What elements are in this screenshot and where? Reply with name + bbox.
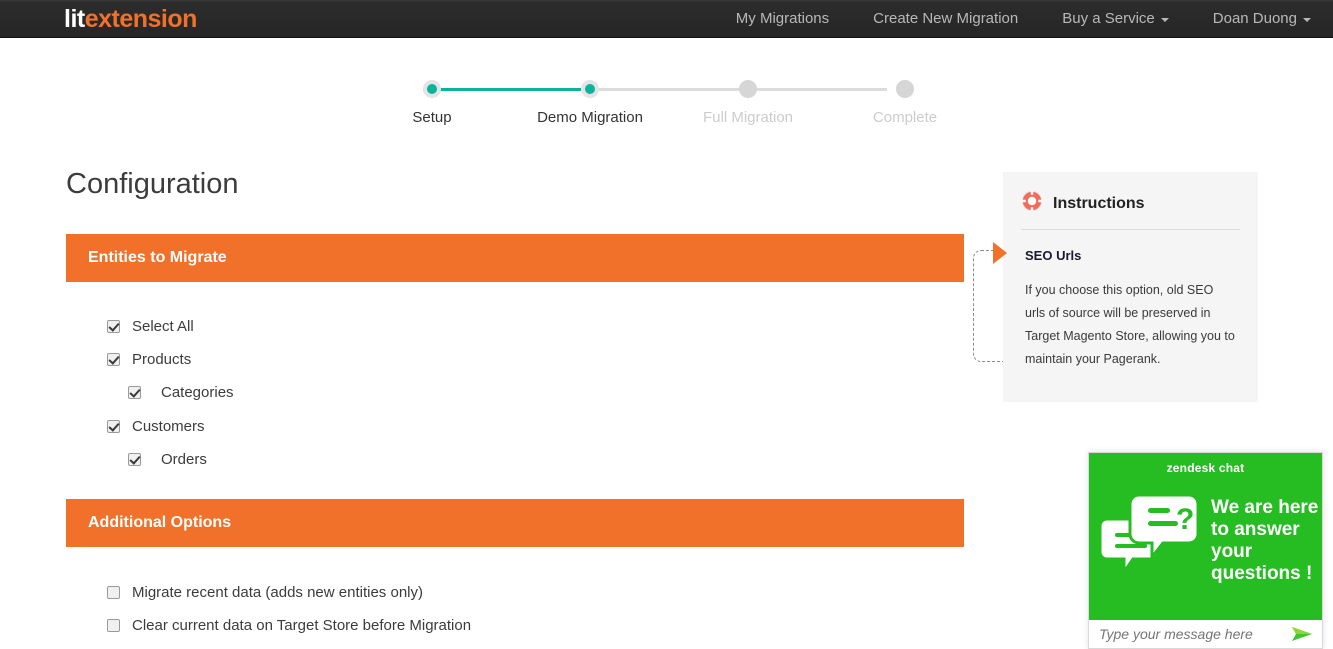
instructions-header: Instructions [1003, 172, 1258, 217]
chat-banner: zendesk chat ? We are here to answer you… [1089, 453, 1322, 620]
chat-message-line: We are here [1211, 497, 1319, 518]
step-dot-icon [581, 80, 599, 98]
chat-message-line: to answer [1211, 519, 1300, 540]
checkbox-orders[interactable] [128, 453, 141, 466]
checkbox-row-categories[interactable]: Categories [128, 384, 234, 401]
lifebuoy-icon [1021, 190, 1043, 217]
logo-text-secondary: extension [84, 5, 198, 33]
nav-label: My Migrations [735, 10, 830, 27]
instructions-panel: Instructions SEO Urls If you choose this… [993, 172, 1258, 402]
nav-item-my-migrations[interactable]: My Migrations [714, 0, 851, 38]
checkbox-label: Select All [132, 318, 194, 335]
logo-text-primary: lit [64, 5, 85, 33]
chevron-down-icon [1160, 18, 1169, 22]
send-arrow-icon[interactable] [1290, 625, 1314, 643]
checkbox-label: Orders [161, 451, 207, 468]
checkbox-row-select-all[interactable]: Select All [107, 318, 194, 335]
step-dot-icon [896, 80, 914, 98]
checkbox-label: Customers [132, 418, 205, 435]
checkbox-row-migrate-recent-data[interactable]: Migrate recent data (adds new entities o… [107, 584, 423, 601]
checkbox-row-products[interactable]: Products [107, 351, 191, 368]
nav-item-buy-a-service[interactable]: Buy a Service [1040, 0, 1191, 38]
chat-brand-label: zendesk chat [1166, 461, 1245, 475]
chat-message-text: We are here to answer your questions ! [1211, 497, 1318, 585]
checkbox-label: Products [132, 351, 192, 368]
checkbox-categories[interactable] [128, 386, 141, 399]
checkbox-label: Categories [161, 384, 234, 401]
instructions-title: Instructions [1053, 194, 1145, 212]
nav-label: Buy a Service [1062, 10, 1155, 27]
instructions-pointer-arrow-icon [993, 242, 1007, 264]
page-title: Configuration [66, 168, 239, 200]
checkbox-select-all[interactable] [107, 320, 120, 333]
step-label: Demo Migration [537, 109, 643, 126]
checkbox-products[interactable] [107, 353, 120, 366]
step-label: Setup [412, 109, 452, 126]
checkbox-customers[interactable] [107, 420, 120, 433]
chat-input-row [1089, 620, 1322, 648]
step-dot-icon [423, 80, 441, 98]
checkbox-label: Migrate recent data (adds new entities o… [132, 584, 423, 601]
chat-message-line: questions ! [1211, 563, 1313, 584]
chevron-down-icon [1303, 18, 1311, 22]
section-header-entities-to-migrate: Entities to Migrate [66, 234, 964, 282]
chat-message-line: your [1211, 541, 1253, 562]
main-nav: My Migrations Create New Migration Buy a… [714, 0, 1333, 38]
checkbox-row-customers[interactable]: Customers [107, 418, 205, 435]
speech-bubbles-icon: ? [1098, 491, 1201, 588]
instructions-divider [1021, 229, 1240, 230]
section-header-additional-options: Additional Options [66, 499, 964, 547]
site-logo[interactable]: litextension [64, 2, 197, 36]
nav-item-create-new-migration[interactable]: Create New Migration [851, 0, 1040, 38]
checkbox-row-clear-current-data[interactable]: Clear current data on Target Store befor… [107, 617, 471, 634]
section-header-label: Additional Options [88, 514, 232, 531]
step-label: Full Migration [702, 109, 794, 126]
step-label: Complete [872, 109, 938, 126]
section-header-label: Entities to Migrate [88, 249, 227, 266]
instructions-subtitle: SEO Urls [1025, 248, 1082, 263]
top-navigation-bar: litextension My Migrations Create New Mi… [0, 0, 1333, 38]
checkbox-label: Clear current data on Target Store befor… [132, 617, 472, 634]
checkbox-clear-current-data[interactable] [107, 619, 120, 632]
migration-progress-stepper: Setup Demo Migration Full Migration Comp… [385, 80, 937, 130]
nav-label: Doan Duong [1212, 10, 1297, 27]
nav-label: Create New Migration [873, 10, 1019, 27]
step-dot-icon [739, 80, 757, 98]
checkbox-migrate-recent-data[interactable] [107, 586, 120, 599]
nav-item-user-menu[interactable]: Doan Duong [1191, 0, 1333, 38]
zendesk-chat-widget[interactable]: zendesk chat ? We are here to answer you… [1088, 452, 1323, 649]
svg-text:?: ? [1176, 503, 1194, 536]
stepper-track-completed [423, 88, 581, 91]
instructions-body-text: If you choose this option, old SEO urls … [1025, 283, 1235, 366]
checkbox-row-orders[interactable]: Orders [128, 451, 207, 468]
chat-message-input[interactable] [1097, 625, 1290, 643]
